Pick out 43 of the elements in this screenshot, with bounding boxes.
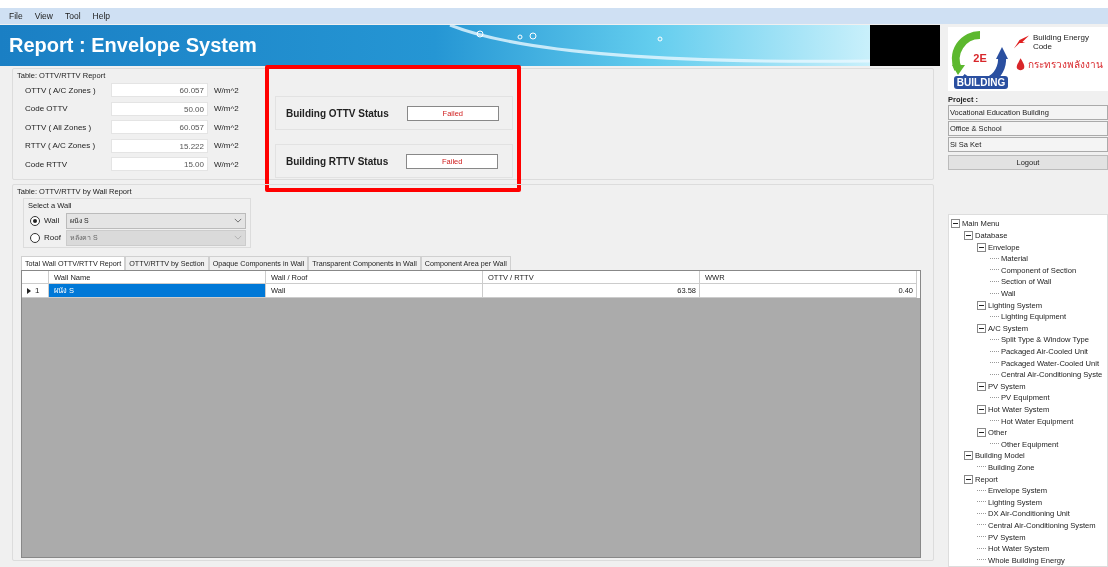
row-number: 1 [35, 286, 40, 295]
radio-label[interactable]: Wall [44, 216, 66, 225]
expander-icon[interactable] [977, 428, 986, 438]
unit-label: W/m^2 [214, 141, 239, 151]
expander-icon[interactable] [977, 381, 986, 391]
menu-item[interactable]: Tool [65, 11, 81, 21]
field-label: RTTV ( A/C Zones ) [25, 141, 97, 151]
unit-label: W/m^2 [214, 104, 239, 114]
expander-icon[interactable] [977, 242, 986, 252]
chevron-icon [234, 235, 242, 240]
menu-item[interactable]: File [9, 11, 23, 21]
unit-label: W/m^2 [214, 159, 239, 169]
expander-icon[interactable] [964, 474, 973, 484]
value-field[interactable]: 15.00 [111, 157, 208, 172]
field-label: Code OTTV [25, 104, 69, 114]
field-label: Code RTTV [25, 159, 69, 169]
unit-label: W/m^2 [214, 85, 239, 95]
menu-item[interactable]: Help [92, 11, 111, 21]
radio-button[interactable] [30, 215, 40, 226]
value-field[interactable]: 50.00 [111, 101, 208, 116]
ministry-name: กระทรวงพลังงาน [1028, 58, 1103, 72]
header-panel [870, 25, 940, 66]
expander-icon[interactable] [977, 323, 986, 333]
field-label: OTTV ( All Zones ) [25, 122, 93, 132]
chevron-icon [234, 218, 242, 223]
unit-label: W/m^2 [214, 122, 239, 132]
status-label: Building OTTV Status [286, 107, 389, 119]
field-label: OTTV ( A/C Zones ) [25, 85, 97, 95]
logo-title: Building Energy Code [1032, 33, 1090, 51]
status-label: Building RTTV Status [286, 155, 389, 167]
value-field[interactable]: 15.222 [111, 138, 208, 153]
value-field[interactable]: 60.057 [111, 83, 208, 98]
flame-icon [1016, 58, 1025, 71]
page-title: Report : Envelope System [8, 34, 257, 57]
expander-icon[interactable] [951, 219, 960, 229]
logo-drawing: 2E BUILDING [950, 29, 1010, 89]
expander-icon[interactable] [964, 231, 973, 241]
expander-icon[interactable] [977, 405, 986, 414]
menu-item[interactable]: View [34, 11, 53, 21]
expander-icon[interactable] [977, 300, 986, 310]
expander-icon[interactable] [964, 451, 973, 461]
bird-icon [1012, 34, 1031, 50]
value-field[interactable]: 60.057 [111, 120, 208, 135]
